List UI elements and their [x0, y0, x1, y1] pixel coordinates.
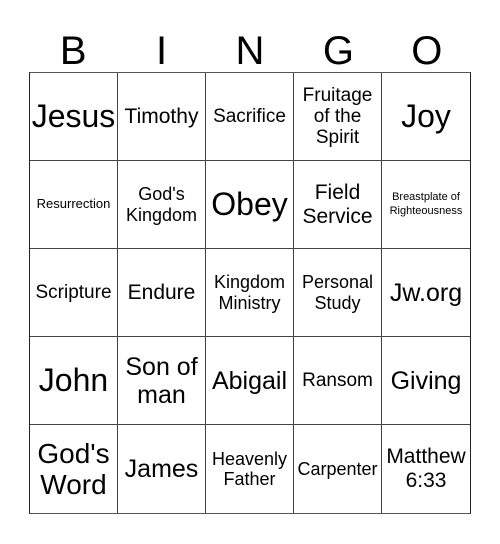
- cell-label: John: [38, 361, 109, 398]
- cell-label: Field Service: [302, 180, 373, 228]
- cell-label: Personal Study: [301, 272, 374, 313]
- bingo-cell[interactable]: Son of man: [118, 337, 206, 425]
- bingo-header: B I N G O: [29, 22, 471, 73]
- bingo-cell[interactable]: Kingdom Ministry: [206, 249, 294, 337]
- cell-label: Ransom: [302, 369, 373, 391]
- cell-label: Jw.org: [389, 278, 463, 307]
- cell-label: Resurrection: [36, 196, 111, 212]
- bingo-cell[interactable]: Fruitage of the Spirit: [294, 73, 382, 161]
- bingo-cell[interactable]: God's Word: [30, 425, 118, 513]
- cell-label: Fruitage of the Spirit: [302, 84, 373, 149]
- bingo-grid: Jesus Timothy Sacrifice Fruitage of the …: [29, 72, 471, 514]
- bingo-cell[interactable]: Endure: [118, 249, 206, 337]
- cell-label: Endure: [127, 280, 196, 304]
- cell-label: God's Kingdom: [125, 184, 198, 225]
- bingo-cell[interactable]: Carpenter: [294, 425, 382, 513]
- cell-label: Obey: [211, 185, 288, 222]
- bingo-cell[interactable]: Jesus: [30, 73, 118, 161]
- bingo-cell[interactable]: Abigail: [206, 337, 294, 425]
- cell-label: Matthew 6:33: [386, 445, 466, 492]
- bingo-cell[interactable]: Ransom: [294, 337, 382, 425]
- cell-label: Joy: [401, 97, 451, 134]
- bingo-cell[interactable]: Giving: [382, 337, 470, 425]
- cell-label: Carpenter: [297, 458, 378, 479]
- bingo-cell[interactable]: Field Service: [294, 161, 382, 249]
- cell-label: Breastplate of Righteousness: [389, 191, 463, 217]
- cell-label: James: [124, 455, 199, 483]
- bingo-cell[interactable]: James: [118, 425, 206, 513]
- bingo-cell[interactable]: Sacrifice: [206, 73, 294, 161]
- bingo-cell[interactable]: God's Kingdom: [118, 161, 206, 249]
- bingo-cell[interactable]: Heavenly Father: [206, 425, 294, 513]
- bingo-cell[interactable]: Personal Study: [294, 249, 382, 337]
- cell-label: Sacrifice: [213, 105, 286, 127]
- bingo-cell[interactable]: Breastplate of Righteousness: [382, 161, 470, 249]
- bingo-cell[interactable]: John: [30, 337, 118, 425]
- cell-label: Giving: [390, 366, 462, 395]
- cell-label: Son of man: [125, 352, 198, 409]
- cell-label: Scripture: [35, 281, 112, 303]
- bingo-cell[interactable]: Scripture: [30, 249, 118, 337]
- bingo-cell[interactable]: Jw.org: [382, 249, 470, 337]
- cell-label: Jesus: [31, 97, 116, 134]
- bingo-cell[interactable]: Matthew 6:33: [382, 425, 470, 513]
- bingo-cell[interactable]: Timothy: [118, 73, 206, 161]
- cell-label: Timothy: [124, 104, 199, 128]
- cell-label: God's Word: [37, 437, 110, 500]
- bingo-cell[interactable]: Joy: [382, 73, 470, 161]
- bingo-cell[interactable]: Resurrection: [30, 161, 118, 249]
- cell-label: Abigail: [211, 366, 288, 395]
- cell-label: Kingdom Ministry: [213, 272, 286, 313]
- bingo-cell[interactable]: Obey: [206, 161, 294, 249]
- cell-label: Heavenly Father: [211, 448, 288, 489]
